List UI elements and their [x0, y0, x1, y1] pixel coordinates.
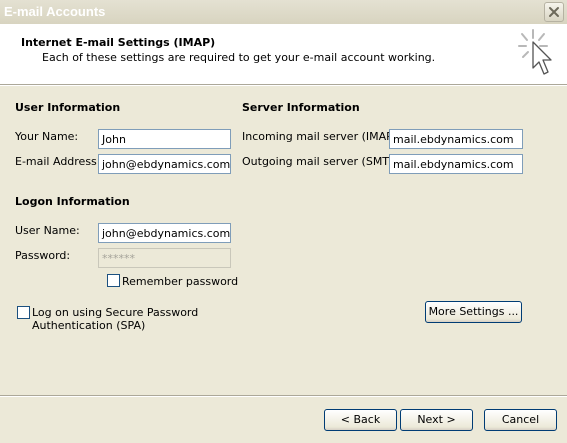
outgoing-server-label: Outgoing mail server (SMTP):: [242, 155, 404, 168]
logon-information-heading: Logon Information: [15, 195, 130, 208]
server-information-heading: Server Information: [242, 101, 360, 114]
your-name-label: Your Name:: [15, 130, 79, 143]
next-button[interactable]: Next >: [400, 409, 473, 431]
email-accounts-dialog: E-mail Accounts Internet E-mail Settings…: [0, 0, 567, 443]
user-name-field[interactable]: john@ebdynamics.com: [98, 223, 231, 243]
spa-label-line2: Authentication (SPA): [32, 319, 146, 332]
spa-checkbox[interactable]: [17, 306, 30, 319]
spa-label-line1: Log on using Secure Password: [32, 306, 199, 319]
user-information-heading: User Information: [15, 101, 121, 114]
incoming-server-label: Incoming mail server (IMAP):: [242, 130, 401, 143]
back-button[interactable]: < Back: [324, 409, 397, 431]
incoming-server-field[interactable]: mail.ebdynamics.com: [389, 129, 523, 149]
email-address-label: E-mail Address:: [15, 155, 101, 168]
header-divider-highlight: [0, 85, 567, 86]
more-settings-button[interactable]: More Settings ...: [425, 301, 522, 323]
wizard-cursor-icon: [518, 29, 552, 75]
page-description: Each of these settings are required to g…: [42, 51, 436, 64]
email-address-field[interactable]: john@ebdynamics.com: [98, 154, 231, 174]
cancel-button[interactable]: Cancel: [484, 409, 557, 431]
footer-divider-highlight: [0, 396, 567, 397]
password-label: Password:: [15, 249, 71, 262]
your-name-field[interactable]: John: [98, 129, 231, 149]
password-field[interactable]: ******: [98, 248, 231, 268]
remember-password-label: Remember password: [122, 275, 239, 288]
outgoing-server-field[interactable]: mail.ebdynamics.com: [389, 154, 523, 174]
page-title: Internet E-mail Settings (IMAP): [21, 36, 216, 49]
window-title: E-mail Accounts: [4, 4, 106, 19]
title-bar: E-mail Accounts: [0, 0, 567, 24]
remember-password-checkbox[interactable]: [107, 274, 120, 287]
close-button[interactable]: [544, 2, 564, 22]
user-name-label: User Name:: [15, 224, 80, 237]
close-icon: [549, 7, 559, 17]
